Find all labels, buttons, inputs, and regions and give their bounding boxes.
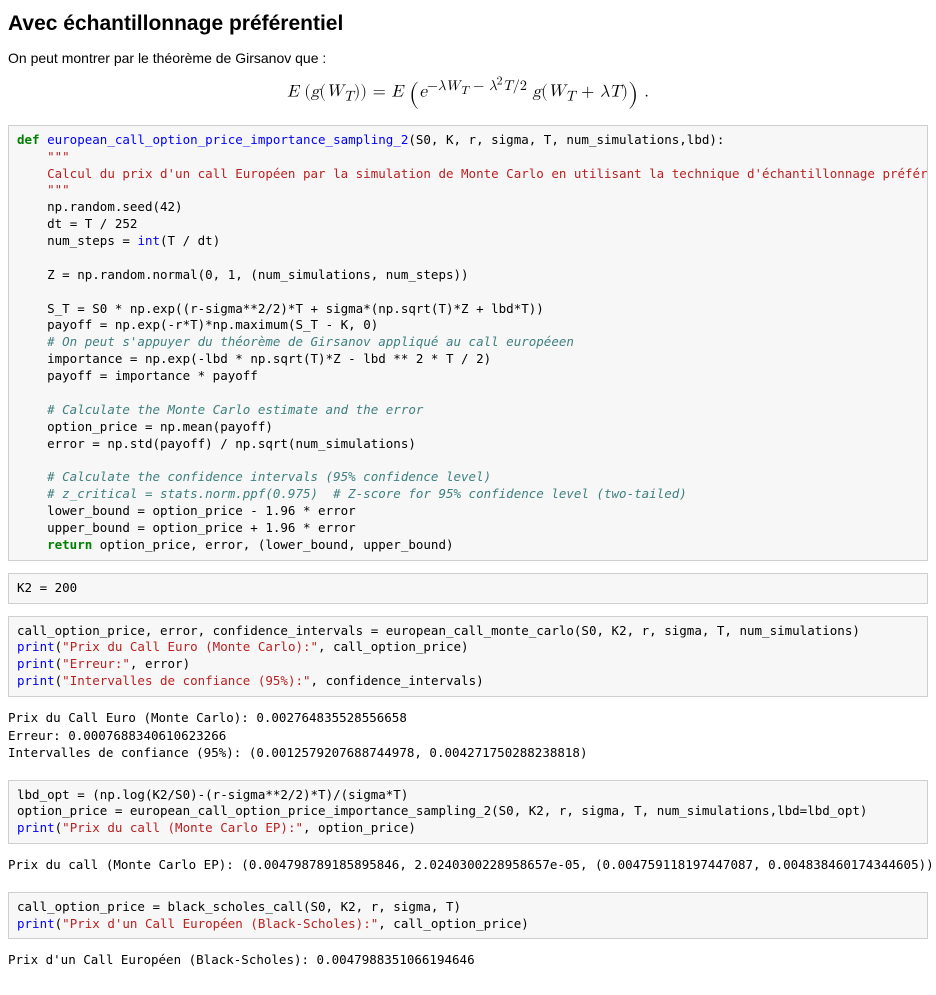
code-cell-importance-sampling: def european_call_option_price_importanc… bbox=[8, 125, 928, 561]
intro-text: On peut montrer par le théorème de Girsa… bbox=[8, 50, 928, 66]
code-cell-monte-carlo: call_option_price, error, confidence_int… bbox=[8, 616, 928, 698]
output-monte-carlo: Prix du Call Euro (Monte Carlo): 0.00276… bbox=[8, 709, 928, 772]
code-cell-black-scholes: call_option_price = black_scholes_call(S… bbox=[8, 892, 928, 940]
output-black-scholes: Prix d'un Call Européen (Black-Scholes):… bbox=[8, 951, 928, 979]
girsanov-formula: E (g(WT)) = E (e−λWT − λ2T/2 g(WT + λT))… bbox=[8, 74, 928, 111]
output-ep: Prix du call (Monte Carlo EP): (0.004798… bbox=[8, 856, 928, 884]
section-heading: Avec échantillonnage préférentiel bbox=[8, 12, 928, 36]
code-cell-k2: K2 = 200 bbox=[8, 573, 928, 604]
code-cell-ep: lbd_opt = (np.log(K2/S0)-(r-sigma**2/2)*… bbox=[8, 780, 928, 845]
